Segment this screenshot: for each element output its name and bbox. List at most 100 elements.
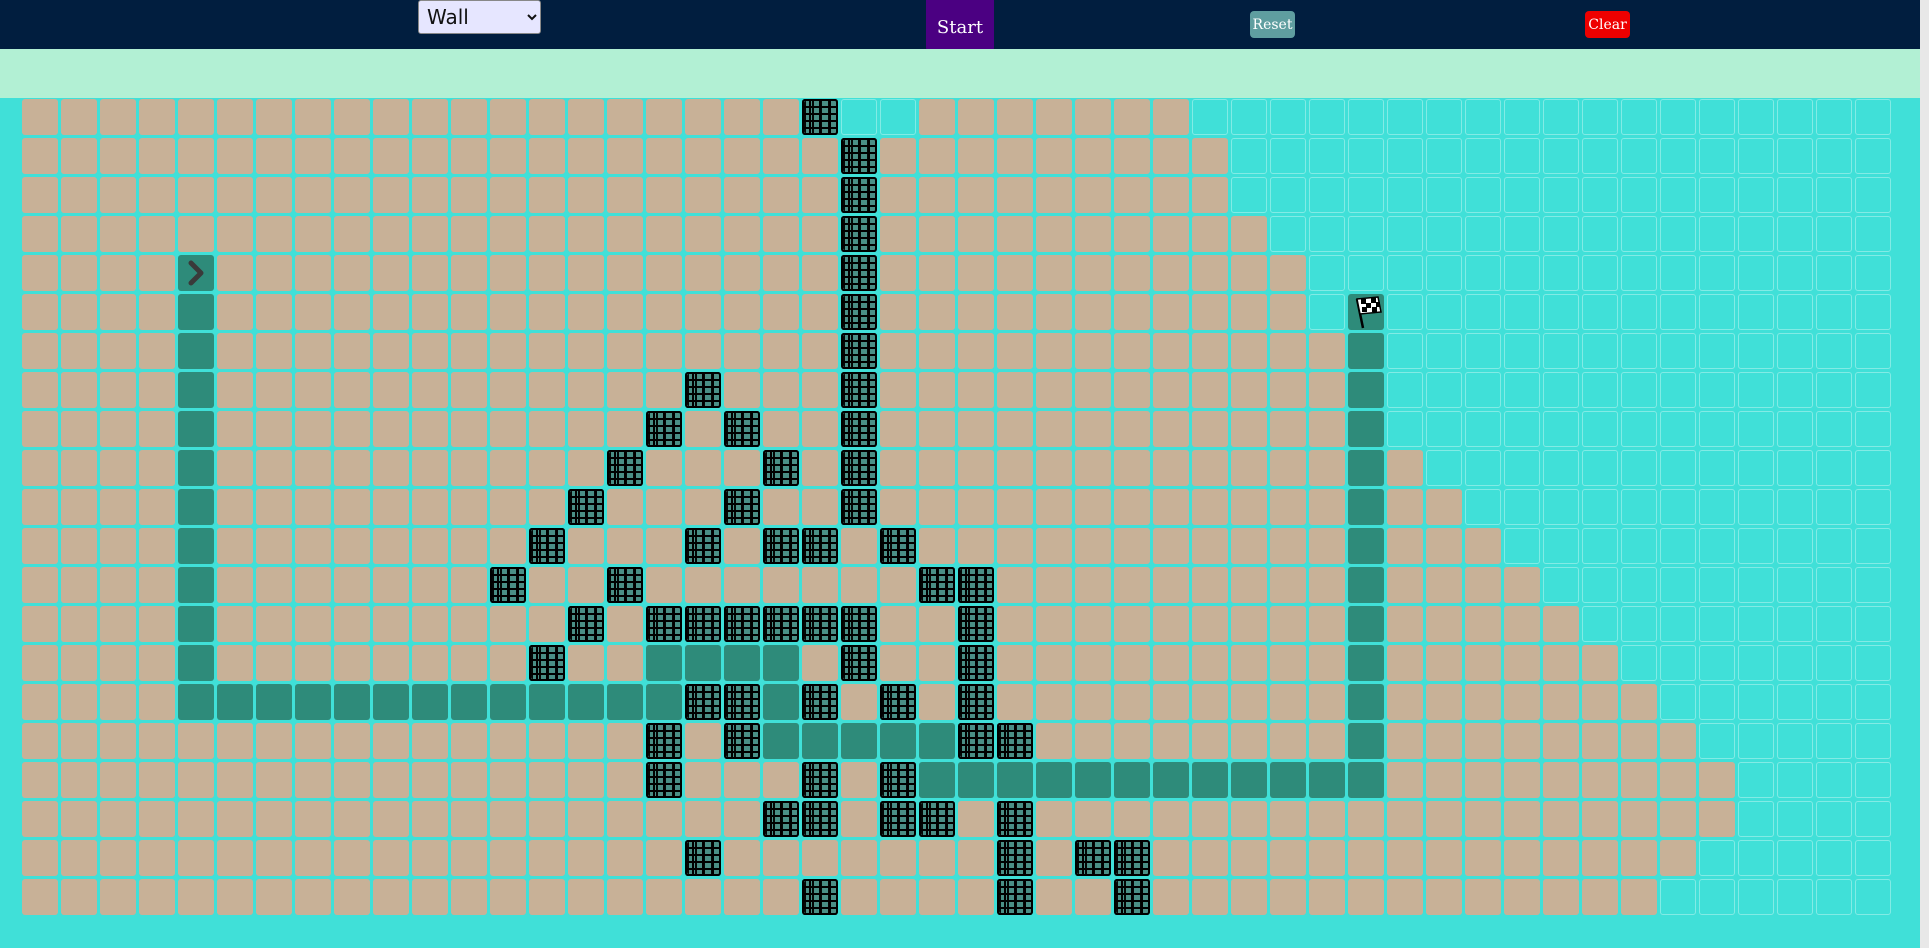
visited-cell[interactable]: [1426, 684, 1462, 720]
visited-cell[interactable]: [919, 216, 955, 252]
visited-cell[interactable]: [1543, 684, 1579, 720]
path-cell[interactable]: [1348, 645, 1384, 681]
path-cell[interactable]: [724, 645, 760, 681]
visited-cell[interactable]: [1270, 294, 1306, 330]
visited-cell[interactable]: [1270, 528, 1306, 564]
path-cell[interactable]: [373, 684, 409, 720]
visited-cell[interactable]: [1660, 840, 1696, 876]
unvisited-cell[interactable]: [1738, 606, 1774, 642]
unvisited-cell[interactable]: [1660, 489, 1696, 525]
path-cell[interactable]: [1075, 762, 1111, 798]
unvisited-cell[interactable]: [1270, 216, 1306, 252]
wall-cell[interactable]: [802, 684, 838, 720]
visited-cell[interactable]: [373, 99, 409, 135]
visited-cell[interactable]: [22, 567, 58, 603]
visited-cell[interactable]: [61, 684, 97, 720]
visited-cell[interactable]: [295, 294, 331, 330]
visited-cell[interactable]: [334, 801, 370, 837]
visited-cell[interactable]: [1153, 333, 1189, 369]
visited-cell[interactable]: [1192, 138, 1228, 174]
unvisited-cell[interactable]: [1738, 450, 1774, 486]
visited-cell[interactable]: [685, 333, 721, 369]
visited-cell[interactable]: [217, 450, 253, 486]
visited-cell[interactable]: [100, 801, 136, 837]
visited-cell[interactable]: [1426, 723, 1462, 759]
visited-cell[interactable]: [295, 216, 331, 252]
visited-cell[interactable]: [1231, 606, 1267, 642]
unvisited-cell[interactable]: [1426, 177, 1462, 213]
visited-cell[interactable]: [22, 372, 58, 408]
visited-cell[interactable]: [646, 489, 682, 525]
visited-cell[interactable]: [490, 489, 526, 525]
unvisited-cell[interactable]: [1816, 333, 1852, 369]
wall-cell[interactable]: [529, 645, 565, 681]
visited-cell[interactable]: [1309, 528, 1345, 564]
path-cell[interactable]: [178, 450, 214, 486]
visited-cell[interactable]: [1465, 684, 1501, 720]
visited-cell[interactable]: [217, 645, 253, 681]
wall-cell[interactable]: [646, 411, 682, 447]
visited-cell[interactable]: [880, 333, 916, 369]
path-cell[interactable]: [178, 372, 214, 408]
visited-cell[interactable]: [724, 294, 760, 330]
visited-cell[interactable]: [412, 450, 448, 486]
visited-cell[interactable]: [1270, 411, 1306, 447]
visited-cell[interactable]: [646, 450, 682, 486]
visited-cell[interactable]: [61, 879, 97, 915]
visited-cell[interactable]: [1543, 801, 1579, 837]
visited-cell[interactable]: [1387, 450, 1423, 486]
unvisited-cell[interactable]: [1543, 450, 1579, 486]
visited-cell[interactable]: [1192, 606, 1228, 642]
wall-cell[interactable]: [646, 723, 682, 759]
visited-cell[interactable]: [256, 99, 292, 135]
visited-cell[interactable]: [490, 723, 526, 759]
unvisited-cell[interactable]: [1777, 528, 1813, 564]
unvisited-cell[interactable]: [1816, 255, 1852, 291]
visited-cell[interactable]: [1309, 606, 1345, 642]
visited-cell[interactable]: [568, 840, 604, 876]
path-cell[interactable]: [607, 684, 643, 720]
visited-cell[interactable]: [568, 294, 604, 330]
visited-cell[interactable]: [1114, 801, 1150, 837]
visited-cell[interactable]: [451, 723, 487, 759]
visited-cell[interactable]: [1114, 333, 1150, 369]
visited-cell[interactable]: [22, 489, 58, 525]
path-cell[interactable]: [1231, 762, 1267, 798]
unvisited-cell[interactable]: [1699, 528, 1735, 564]
unvisited-cell[interactable]: [1699, 372, 1735, 408]
visited-cell[interactable]: [334, 450, 370, 486]
visited-cell[interactable]: [61, 606, 97, 642]
visited-cell[interactable]: [763, 489, 799, 525]
visited-cell[interactable]: [451, 177, 487, 213]
visited-cell[interactable]: [100, 294, 136, 330]
visited-cell[interactable]: [217, 177, 253, 213]
visited-cell[interactable]: [529, 99, 565, 135]
unvisited-cell[interactable]: [1504, 450, 1540, 486]
unvisited-cell[interactable]: [1738, 216, 1774, 252]
visited-cell[interactable]: [997, 216, 1033, 252]
unvisited-cell[interactable]: [1816, 645, 1852, 681]
visited-cell[interactable]: [880, 372, 916, 408]
visited-cell[interactable]: [100, 372, 136, 408]
unvisited-cell[interactable]: [1582, 333, 1618, 369]
unvisited-cell[interactable]: [1348, 177, 1384, 213]
unvisited-cell[interactable]: [1738, 99, 1774, 135]
visited-cell[interactable]: [139, 138, 175, 174]
visited-cell[interactable]: [373, 801, 409, 837]
visited-cell[interactable]: [685, 723, 721, 759]
visited-cell[interactable]: [1543, 606, 1579, 642]
wall-cell[interactable]: [841, 645, 877, 681]
visited-cell[interactable]: [1270, 684, 1306, 720]
visited-cell[interactable]: [997, 138, 1033, 174]
visited-cell[interactable]: [1504, 645, 1540, 681]
visited-cell[interactable]: [646, 567, 682, 603]
visited-cell[interactable]: [802, 177, 838, 213]
visited-cell[interactable]: [139, 684, 175, 720]
visited-cell[interactable]: [880, 489, 916, 525]
visited-cell[interactable]: [451, 762, 487, 798]
visited-cell[interactable]: [919, 294, 955, 330]
unvisited-cell[interactable]: [1738, 294, 1774, 330]
visited-cell[interactable]: [997, 177, 1033, 213]
visited-cell[interactable]: [763, 411, 799, 447]
visited-cell[interactable]: [1426, 489, 1462, 525]
